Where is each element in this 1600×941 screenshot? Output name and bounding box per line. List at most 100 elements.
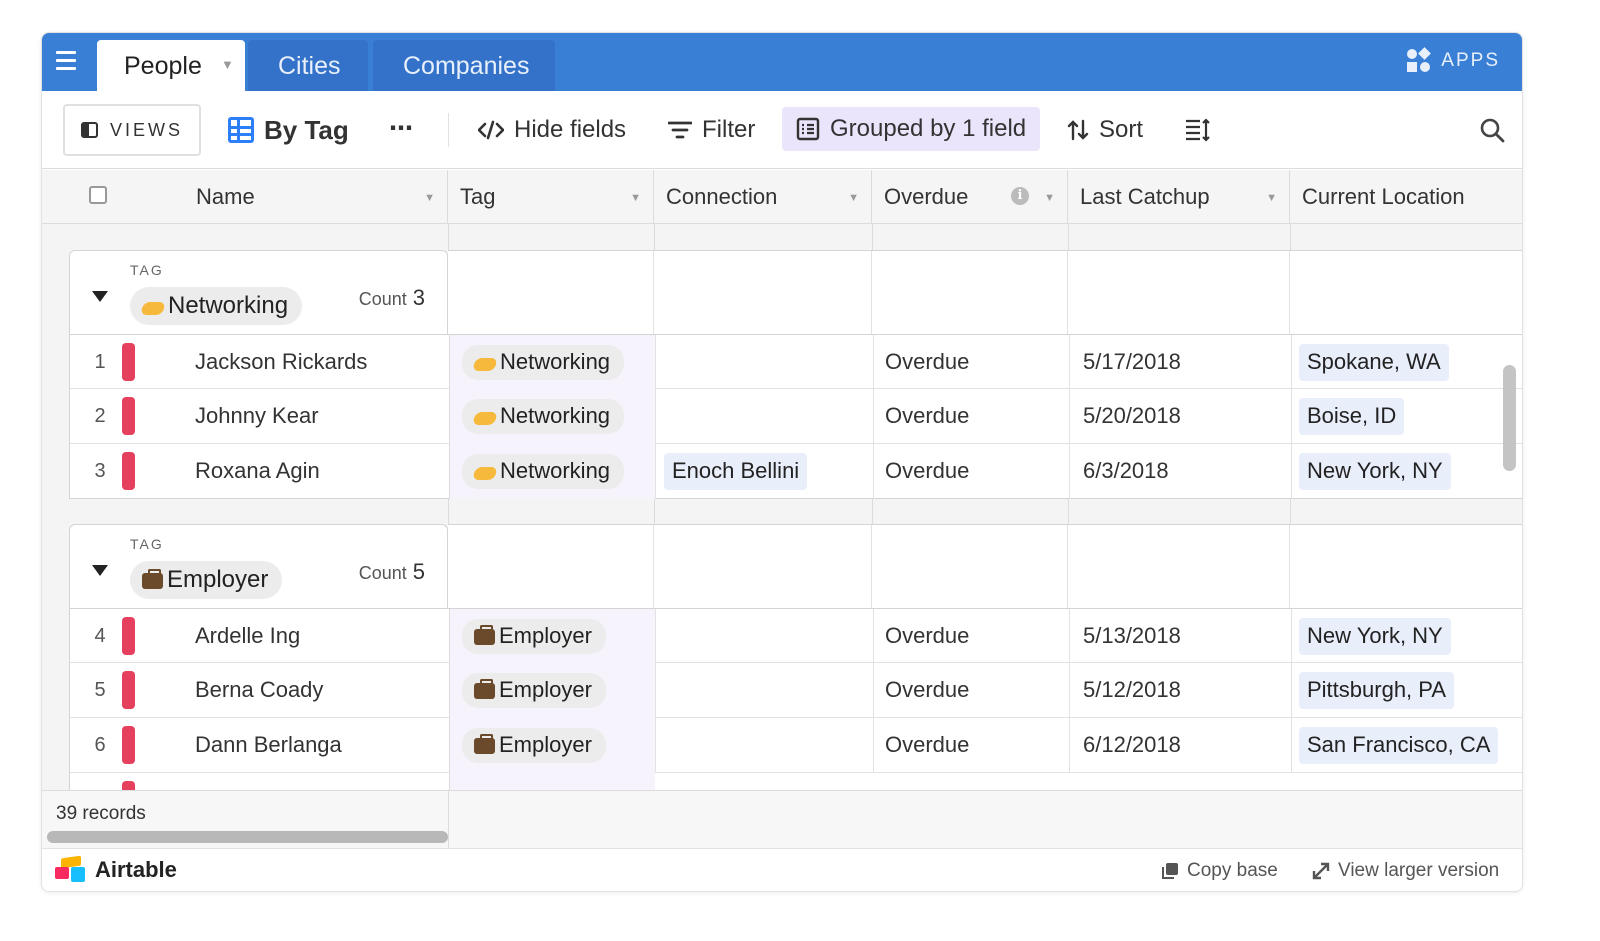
location-chip: New York, NY [1299,618,1451,655]
last-catchup-cell[interactable]: 5/20/2018 [1069,389,1291,444]
name-cell[interactable]: Jackson Rickards [195,335,367,390]
tag-cell [449,773,655,790]
table-row[interactable]: 3 Roxana Agin Networking Enoch Bellini O… [69,444,1522,499]
connection-cell[interactable] [655,609,873,664]
column-header-last-catchup[interactable]: Last Catchup ▼ [1068,170,1290,224]
sort-button[interactable]: Sort [1067,111,1143,149]
hide-fields-button[interactable]: Hide fields [478,111,626,149]
location-cell[interactable]: Spokane, WA [1291,335,1522,390]
group-button[interactable]: Grouped by 1 field [782,107,1041,151]
sort-icon [1067,119,1089,141]
menu-icon[interactable] [56,51,82,73]
column-label: Name [196,184,255,209]
location-chip: Spokane, WA [1299,344,1449,381]
vertical-scrollbar[interactable] [1503,365,1516,471]
expand-icon [1312,862,1330,880]
tag-cell[interactable]: Employer [449,609,655,664]
row-number: 4 [94,625,106,647]
view-switcher[interactable]: By Tag [228,111,349,149]
chevron-down-icon[interactable]: ▼ [848,192,859,204]
row-height-button[interactable] [1185,111,1211,149]
table-row[interactable]: 5 Berna Coady Employer Overdue 5/12/2018… [69,663,1522,718]
overdue-cell[interactable]: Overdue [873,609,1069,664]
chevron-down-icon[interactable]: ▼ [630,192,641,204]
handshake-icon [472,358,498,371]
sidebar-icon [81,122,98,138]
tag-value: Employer [499,677,592,702]
view-menu-button[interactable]: ⋯ [389,109,414,147]
filter-button[interactable]: Filter [668,111,755,149]
location-cell[interactable]: Boise, ID [1291,389,1522,444]
location-cell[interactable]: New York, NY [1291,609,1522,664]
row-number: 1 [94,351,106,373]
overdue-cell[interactable]: Overdue [873,444,1069,499]
column-header-row: Name ▼ Tag ▼ Connection ▼ Overdue i ▼ La… [42,170,1522,224]
info-icon[interactable]: i [1011,187,1029,205]
overdue-cell[interactable]: Overdue [873,663,1069,718]
connection-cell[interactable] [655,389,873,444]
horizontal-scrollbar[interactable] [47,831,448,843]
airtable-logo-link[interactable]: Airtable [55,855,177,883]
last-catchup-cell[interactable]: 5/17/2018 [1069,335,1291,390]
table-row[interactable]: 1 Jackson Rickards Networking Overdue 5/… [69,334,1522,390]
last-catchup-cell[interactable]: 6/3/2018 [1069,444,1291,499]
column-header-overdue[interactable]: Overdue i ▼ [872,170,1068,224]
copy-base-link[interactable]: Copy base [1161,860,1278,882]
overdue-cell[interactable]: Overdue [873,718,1069,773]
chevron-down-icon[interactable]: ▼ [1044,192,1055,204]
column-header-current-location[interactable]: Current Location [1290,170,1522,224]
chevron-down-icon[interactable]: ▼ [221,57,234,72]
tag-cell[interactable]: Employer [449,718,655,773]
location-cell[interactable]: New York, NY [1291,444,1522,499]
table-row[interactable] [69,773,1522,790]
apps-button[interactable]: APPS [1407,47,1500,73]
connection-cell[interactable] [655,718,873,773]
column-header-name[interactable]: Name ▼ [42,170,448,224]
tab-cities[interactable]: Cities [248,40,368,91]
overdue-cell[interactable]: Overdue [873,335,1069,390]
group-header[interactable]: TAG Networking Count 3 [69,250,448,334]
search-button[interactable] [1479,111,1505,149]
name-cell[interactable]: Berna Coady [195,663,323,718]
hide-fields-label: Hide fields [514,116,627,143]
location-cell[interactable]: Pittsburgh, PA [1291,663,1522,718]
group-header[interactable]: TAG Employer Count 5 [69,524,448,608]
connection-chip: Enoch Bellini [664,453,808,490]
tag-value: Networking [500,458,611,483]
collapse-triangle-icon[interactable] [92,565,108,576]
tag-cell[interactable]: Networking [449,335,655,390]
handshake-icon [472,412,498,425]
last-catchup-cell[interactable]: 5/12/2018 [1069,663,1291,718]
connection-cell[interactable] [655,663,873,718]
overdue-cell[interactable]: Overdue [873,389,1069,444]
tag-cell[interactable]: Employer [449,663,655,718]
tab-companies[interactable]: Companies [373,40,555,91]
column-header-connection[interactable]: Connection ▼ [654,170,872,224]
row-color-flag [122,343,135,381]
table-row[interactable]: 6 Dann Berlanga Employer Overdue 6/12/20… [69,718,1522,773]
column-header-tag[interactable]: Tag ▼ [448,170,654,224]
search-icon [1480,118,1505,143]
group-value: Employer [167,566,269,593]
last-catchup-cell[interactable]: 6/12/2018 [1069,718,1291,773]
name-cell[interactable]: Ardelle Ing [195,609,300,664]
chevron-down-icon[interactable]: ▼ [1266,192,1277,204]
table-row[interactable]: 4 Ardelle Ing Employer Overdue 5/13/2018… [69,608,1522,664]
collapse-triangle-icon[interactable] [92,291,108,302]
name-cell[interactable]: Johnny Kear [195,389,319,444]
connection-cell[interactable]: Enoch Bellini [655,444,873,499]
last-catchup-cell[interactable]: 5/13/2018 [1069,609,1291,664]
name-cell[interactable]: Roxana Agin [195,444,320,499]
tag-cell[interactable]: Networking [449,444,655,499]
views-button[interactable]: VIEWS [63,104,201,156]
embed-footer: Airtable Copy base View larger version [42,848,1522,891]
table-row[interactable]: 2 Johnny Kear Networking Overdue 5/20/20… [69,389,1522,444]
name-cell[interactable]: Dann Berlanga [195,718,342,773]
tab-people[interactable]: People ▼ [97,40,245,91]
connection-cell[interactable] [655,335,873,390]
select-all-checkbox[interactable] [89,186,107,204]
view-larger-link[interactable]: View larger version [1312,860,1499,882]
location-cell[interactable]: San Francisco, CA [1291,718,1522,773]
tag-cell[interactable]: Networking [449,389,655,444]
chevron-down-icon[interactable]: ▼ [424,192,435,204]
